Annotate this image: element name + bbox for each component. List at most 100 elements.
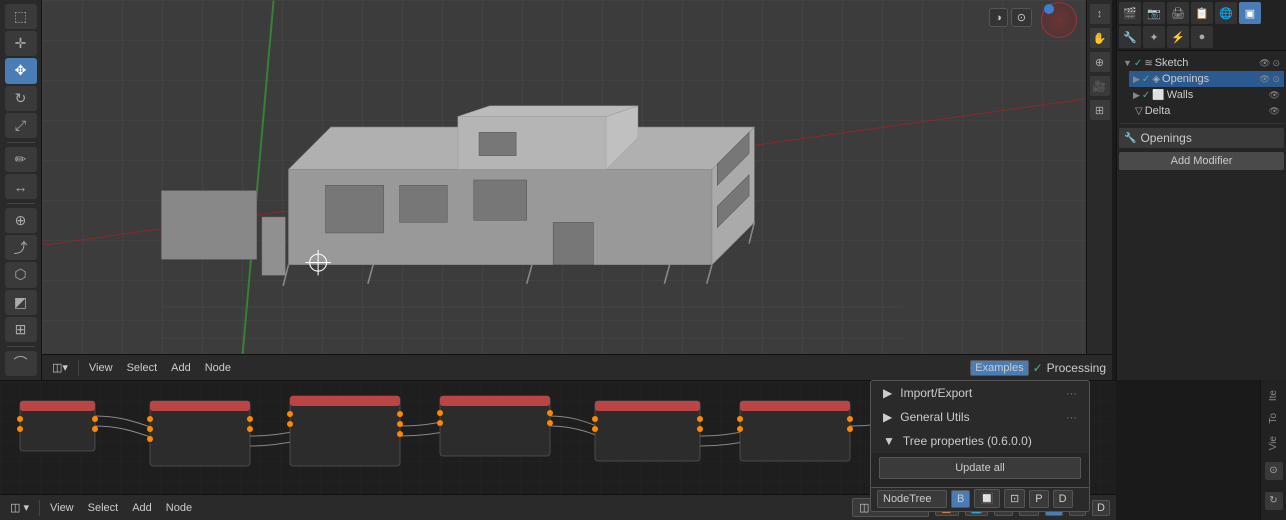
delta-label: Delta [1145, 105, 1171, 117]
update-all-button[interactable]: Update all [879, 457, 1081, 479]
toolbar-btn-annotate[interactable]: ✏ [5, 147, 37, 172]
node-menu-node[interactable]: Node [162, 500, 196, 516]
sketch-cam-icon[interactable]: ⊙ [1272, 58, 1280, 69]
viewport-shading-btn[interactable]: ◑ [989, 8, 1008, 27]
props-tab-render[interactable]: 📷 [1143, 2, 1165, 24]
outliner-item-openings[interactable]: ▶ ✓ ◈ Openings 👁 ⊙ [1129, 71, 1284, 87]
nodetree-btn-p[interactable]: P [1029, 490, 1048, 508]
toolbar-btn-loop-cut[interactable]: ⊞ [5, 317, 37, 342]
props-tab-scene[interactable]: 🎬 [1119, 2, 1141, 24]
sketch-label: Sketch [1155, 57, 1189, 69]
vp-btn-move[interactable]: ↕ [1090, 4, 1110, 24]
props-tab-material[interactable]: ● [1191, 26, 1213, 48]
tree-props-arrow: ▼ [883, 434, 895, 448]
props-tab-object[interactable]: ▣ [1239, 2, 1261, 24]
modifier-panel-label: Openings [1140, 131, 1191, 145]
import-export-arrow: ▶ [883, 386, 892, 400]
node-menu-add[interactable]: Add [128, 500, 156, 516]
general-utils-arrow: ▶ [883, 410, 892, 424]
examples-btn[interactable]: Examples [970, 360, 1028, 376]
toolbar-sep [39, 500, 40, 516]
node-mode-selector[interactable]: ◫ ▾ [6, 499, 33, 516]
general-utils-shortcut: ⋯ [1066, 411, 1077, 424]
right-properties-panel: 🎬 📷 🖨 📋 🌐 ▣ 🔧 ✦ ⚡ ● ▼ ✓ ≋ Sketch 👁 ⊙ ▶ ✓… [1116, 0, 1286, 380]
props-tab-viewlayer[interactable]: 📋 [1191, 2, 1213, 24]
sketch-icon: ≋ [1144, 58, 1152, 69]
outliner-item-delta[interactable]: ▽ Delta 👁 [1129, 103, 1284, 119]
viewport-bottom-toolbar: ◫▾ View Select Add Node Examples ✓ Proce… [42, 354, 1112, 380]
viewport-right-icons: ↕ ✋ ⊕ 🎥 ⊞ [1086, 0, 1112, 354]
props-tab-physics[interactable]: ⚡ [1167, 26, 1189, 48]
node-menu-view[interactable]: View [46, 500, 78, 516]
nodetree-bottom-bar: B 🔲 ⊡ P D [870, 486, 1090, 512]
expand-arrow-sketch: ▼ [1123, 58, 1132, 68]
left-toolbar: ⬚ ✛ ✥ ↻ ⤢ ✏ ↔ ⊕ ⤴ ⬡ ◩ ⊞ ⌒ [0, 0, 42, 380]
toolbar-btn-add[interactable]: ⊕ [5, 208, 37, 233]
expand-arrow-walls: ▶ [1133, 90, 1140, 101]
toolbar-btn-scale[interactable]: ⤢ [5, 113, 37, 138]
side-icon-2[interactable]: ↻ [1265, 492, 1283, 510]
toolbar-btn-cursor[interactable]: ✛ [5, 31, 37, 56]
props-icon-tabs: 🎬 📷 🖨 📋 🌐 ▣ 🔧 ✦ ⚡ ● [1117, 0, 1286, 51]
node-menu-select[interactable]: Select [84, 500, 123, 516]
import-export-shortcut: ⋯ [1066, 387, 1077, 400]
side-icon-1[interactable]: ⊙ [1265, 462, 1283, 480]
props-tab-modifier[interactable]: 🔧 [1119, 26, 1141, 48]
vp-menu-add[interactable]: Add [167, 360, 195, 376]
toolbar-btn-rotate[interactable]: ↻ [5, 86, 37, 111]
nodetree-btn-d[interactable]: D [1053, 490, 1073, 508]
viewport-3d[interactable]: ◑ ⊙ [42, 0, 1112, 380]
delta-eye-icon[interactable]: 👁 [1269, 106, 1280, 117]
vp-menu-select[interactable]: Select [123, 360, 162, 376]
props-tab-particles[interactable]: ✦ [1143, 26, 1165, 48]
checkbox-walls: ✓ [1142, 90, 1150, 101]
openings-eye-icon[interactable]: 👁 [1259, 74, 1270, 85]
vp-btn-grid[interactable]: ⊞ [1090, 100, 1110, 120]
dropdown-item-general-utils[interactable]: ▶ General Utils ⋯ [871, 405, 1089, 429]
vp-btn-camera[interactable]: 🎥 [1090, 76, 1110, 96]
sketch-eye-icon[interactable]: 👁 [1259, 58, 1270, 69]
nodetree-btn-b[interactable]: B [951, 490, 970, 508]
dropdown-item-import-export[interactable]: ▶ Import/Export ⋯ [871, 381, 1089, 405]
checkmark-icon: ✓ [1033, 361, 1043, 375]
walls-icon: ⬜ [1152, 90, 1164, 101]
outliner-item-sketch[interactable]: ▼ ✓ ≋ Sketch 👁 ⊙ [1119, 55, 1284, 71]
vp-btn-zoom[interactable]: ⊕ [1090, 52, 1110, 72]
vp-menu-view[interactable]: View [85, 360, 117, 376]
nodetree-icon-1[interactable]: 🔲 [974, 489, 1000, 508]
vp-mode-selector[interactable]: ◫▾ [48, 359, 72, 376]
dropdown-item-tree-props[interactable]: ▼ Tree properties (0.6.0.0) [871, 429, 1089, 453]
toolbar-btn-select-box[interactable]: ⬚ [5, 4, 37, 29]
tree-props-content: Update all [871, 453, 1089, 487]
sep [78, 360, 79, 376]
node-tree-icon: ◫ [859, 501, 869, 514]
props-separator [1119, 123, 1284, 124]
walls-eye-icon[interactable]: 👁 [1269, 90, 1280, 101]
toolbar-btn-inset[interactable]: ⬡ [5, 262, 37, 287]
toolbar-btn-smooth[interactable]: ⌒ [5, 351, 37, 376]
add-modifier-button[interactable]: Add Modifier [1119, 152, 1284, 170]
general-utils-label: General Utils [900, 410, 969, 424]
toolbar-btn-move[interactable]: ✥ [5, 58, 37, 83]
side-label-ite[interactable]: Ite [1268, 390, 1279, 401]
viewport-overlay-buttons: ◑ ⊙ [989, 8, 1032, 27]
toolbar-btn-bevel[interactable]: ◩ [5, 290, 37, 315]
nodetree-icon-2[interactable]: ⊡ [1004, 489, 1025, 508]
toolbar-btn-extrude[interactable]: ⤴ [5, 235, 37, 260]
node-btn-d[interactable]: D [1092, 500, 1110, 516]
toolbar-btn-measure[interactable]: ↔ [5, 174, 37, 199]
openings-render-icon[interactable]: ⊙ [1272, 74, 1280, 85]
props-tab-output[interactable]: 🖨 [1167, 2, 1189, 24]
viewport-overlay-btn[interactable]: ⊙ [1011, 8, 1032, 27]
props-tab-world[interactable]: 🌐 [1215, 2, 1237, 24]
side-label-to[interactable]: To [1268, 413, 1279, 424]
vp-btn-hand[interactable]: ✋ [1090, 28, 1110, 48]
toolbar-sep-2 [7, 203, 35, 204]
outliner-item-walls[interactable]: ▶ ✓ ⬜ Walls 👁 [1129, 87, 1284, 103]
walls-label: Walls [1167, 89, 1193, 101]
node-side-labels: Ite To Vie ⊙ ↻ [1260, 380, 1286, 520]
vp-menu-node[interactable]: Node [201, 360, 235, 376]
nodetree-input[interactable] [877, 490, 947, 508]
side-label-vie[interactable]: Vie [1268, 436, 1279, 450]
import-export-label: Import/Export [900, 386, 972, 400]
